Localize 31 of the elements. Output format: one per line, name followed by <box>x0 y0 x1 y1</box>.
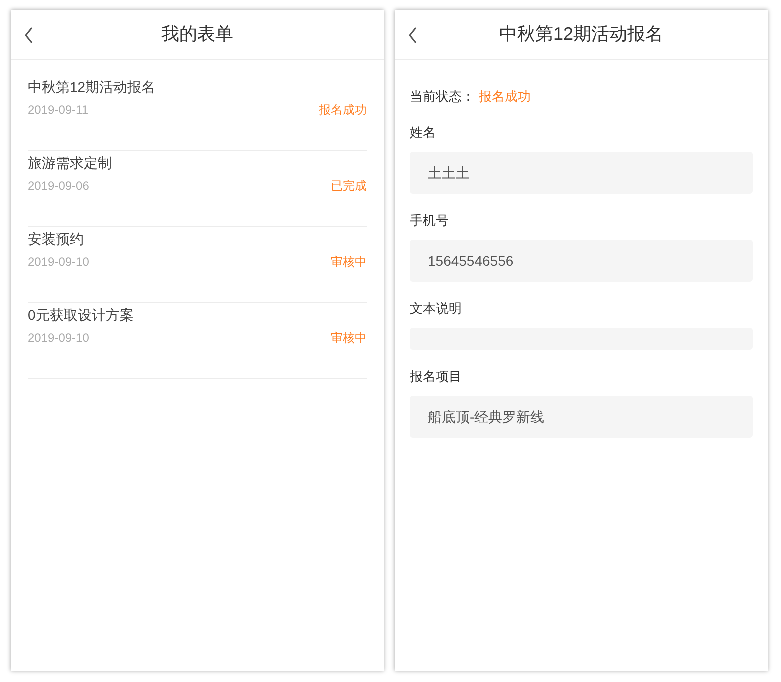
back-button[interactable] <box>23 26 35 44</box>
item-date: 2019-09-11 <box>28 102 88 119</box>
item-title: 安装预约 <box>28 230 84 249</box>
field-label: 手机号 <box>410 212 449 230</box>
item-date: 2019-09-10 <box>28 254 90 271</box>
status-text: 报名成功 <box>319 102 367 119</box>
input-field[interactable]: 船底顶-经典罗新线 <box>410 396 753 438</box>
screen-title: 我的表单 <box>162 23 234 46</box>
item-title: 旅游需求定制 <box>28 154 112 173</box>
item-title: 0元获取设计方案 <box>28 306 134 325</box>
status-text: 审核中 <box>331 254 367 271</box>
field-label: 姓名 <box>410 124 436 142</box>
input-field[interactable]: 土土土 <box>410 152 753 194</box>
back-icon <box>408 26 418 44</box>
back-button[interactable] <box>407 26 419 44</box>
status-text: 已完成 <box>331 178 367 195</box>
screen-title: 中秋第12期活动报名 <box>499 23 664 46</box>
field-label: 报名项目 <box>410 368 462 386</box>
status-label: 当前状态： <box>410 88 475 106</box>
item-title: 中秋第12期活动报名 <box>28 78 156 97</box>
form-list-item[interactable]: 旅游需求定制 2019-09-06 已完成 <box>28 151 367 227</box>
item-date: 2019-09-06 <box>28 178 90 195</box>
back-icon <box>24 26 34 44</box>
item-date: 2019-09-10 <box>28 330 90 347</box>
status-text: 审核中 <box>331 330 367 347</box>
input-field[interactable]: 15645546556 <box>410 240 753 282</box>
field-label: 文本说明 <box>410 300 462 318</box>
status-text: 报名成功 <box>479 88 531 106</box>
form-list-item[interactable]: 安装预约 2019-09-10 审核中 <box>28 227 367 303</box>
form-list-item[interactable]: 0元获取设计方案 2019-09-10 审核中 <box>28 303 367 379</box>
form-list-item[interactable]: 中秋第12期活动报名 2019-09-11 报名成功 <box>28 75 367 151</box>
